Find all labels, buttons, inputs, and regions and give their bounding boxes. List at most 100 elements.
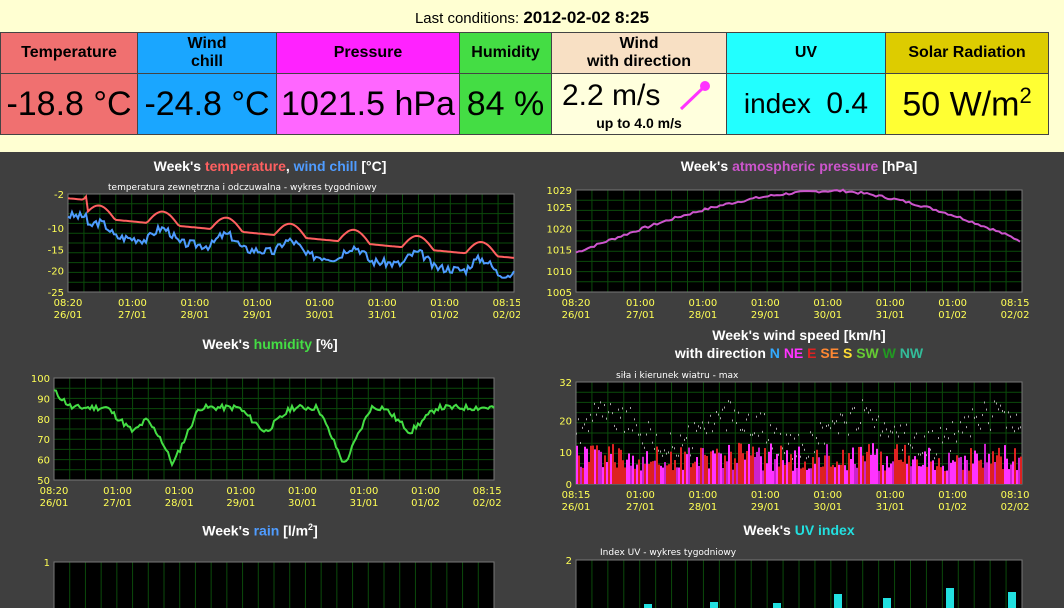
wind-bar — [582, 467, 584, 484]
wind-gust-mark — [844, 421, 845, 424]
wind-gust-mark — [678, 454, 679, 457]
wind-bar — [612, 444, 614, 484]
wind-bar — [808, 468, 810, 484]
wind-gust-mark — [892, 431, 893, 434]
wind-gust-mark — [686, 437, 687, 440]
wind-bar — [730, 451, 732, 484]
wind-bar — [780, 445, 782, 484]
x-tick-label: 26/01 — [54, 310, 83, 321]
wind-bar — [592, 445, 594, 484]
pressure-title-prefix: Week's — [680, 158, 729, 174]
wind-gust-mark — [638, 433, 639, 436]
pressure-header: Pressure — [276, 32, 460, 74]
wind-bar — [952, 460, 954, 484]
pressure-title-main: atmospheric pressure — [732, 158, 879, 174]
wind-gust-mark — [996, 402, 997, 405]
wind-bar — [688, 447, 690, 484]
wind-bar — [670, 451, 672, 484]
humidity-title-prefix: Week's — [202, 336, 250, 352]
wind-bar — [860, 446, 862, 484]
wind-gust-mark — [730, 401, 731, 404]
wind-gust-mark — [774, 431, 775, 434]
wind-gust-mark — [640, 433, 641, 436]
wind-bar — [964, 455, 966, 484]
wind-bar — [716, 448, 718, 484]
x-tick-label: 28/01 — [180, 310, 209, 321]
wind-gust-mark — [668, 451, 669, 454]
wind-gust-mark — [824, 442, 825, 445]
wind-bar — [788, 462, 790, 484]
wind-gust-mark — [858, 427, 859, 430]
wind-bar — [880, 451, 882, 484]
uv-bar — [1008, 592, 1016, 608]
pressure-chart-title: Week's atmospheric pressure [hPa] — [574, 158, 1024, 174]
wind-gust-mark — [694, 422, 695, 425]
wind-gust-mark — [652, 441, 653, 444]
wind-bar — [982, 467, 984, 484]
y-tick-label: 2 — [566, 556, 572, 567]
wind-bar — [792, 470, 794, 484]
wind-bar — [634, 468, 636, 484]
wind-gust-mark — [926, 454, 927, 457]
wind-gust-mark — [862, 399, 863, 402]
wind-bar — [796, 468, 798, 484]
wind-gust-mark — [932, 429, 933, 432]
wind-gust-mark — [698, 425, 699, 428]
wind-bar — [618, 448, 620, 484]
wind-bar — [828, 455, 830, 484]
wind-gust-mark — [830, 427, 831, 430]
wind-dir-ne: NE — [783, 345, 804, 361]
wind-gust-mark — [770, 424, 771, 427]
wind-bar — [728, 444, 730, 484]
wind-gust-mark — [576, 432, 577, 435]
rain-title-prefix: Week's — [202, 522, 250, 539]
wind-bar — [976, 453, 978, 484]
wind-bar — [864, 461, 866, 484]
wind-bar — [598, 450, 600, 484]
wind-gust-mark — [654, 447, 655, 450]
wind-bar — [1010, 464, 1012, 484]
wind-gust-mark — [956, 440, 957, 443]
wind-bar — [856, 467, 858, 484]
x-tick-label: 08:15 — [1001, 298, 1030, 309]
wind-gust-mark — [734, 409, 735, 412]
wind-gust-mark — [946, 428, 947, 431]
wind-gust-mark — [998, 408, 999, 411]
wind-bar — [588, 461, 590, 484]
x-tick-label: 31/01 — [876, 502, 905, 513]
last-conditions-label: Last conditions: — [414, 10, 520, 27]
wind-bar — [614, 462, 616, 484]
wind-bar — [720, 453, 722, 484]
wind-bar — [868, 444, 870, 484]
wind-bar — [602, 467, 604, 484]
wind-bar — [994, 461, 996, 484]
wind-gust-mark — [1000, 404, 1001, 407]
wind-bar — [662, 467, 664, 484]
uv-bar — [883, 598, 891, 608]
y-tick-label: 1029 — [547, 186, 572, 197]
wind-gust-mark — [842, 414, 843, 417]
temperature-header: Temperature — [0, 32, 138, 74]
y-tick-label: 32 — [559, 378, 572, 389]
wind-gust-mark — [610, 403, 611, 406]
wind-bar — [694, 461, 696, 484]
wind-bar — [586, 448, 588, 484]
temperature-chart-title: Week's temperature, wind chill [°C] — [60, 158, 480, 174]
wind-bar — [678, 467, 680, 484]
wind-bar — [750, 455, 752, 484]
wind-bar — [878, 470, 880, 484]
wind-bar — [818, 457, 820, 484]
wind-gust-mark — [728, 400, 729, 403]
x-tick-label: 01:00 — [751, 490, 780, 501]
wind-bar — [944, 470, 946, 484]
wind-gust-mark — [870, 409, 871, 412]
wind-dir-nw: NW — [899, 345, 924, 361]
wind-gust-mark — [806, 457, 807, 460]
wind-gust-mark — [900, 424, 901, 427]
wind-bar — [710, 451, 712, 484]
wind-dir-sw: SW — [856, 345, 879, 361]
wind-gust-mark — [662, 454, 663, 457]
wind-gust-mark — [896, 431, 897, 434]
wind-gust-mark — [906, 423, 907, 426]
x-tick-label: 01/02 — [938, 310, 967, 321]
